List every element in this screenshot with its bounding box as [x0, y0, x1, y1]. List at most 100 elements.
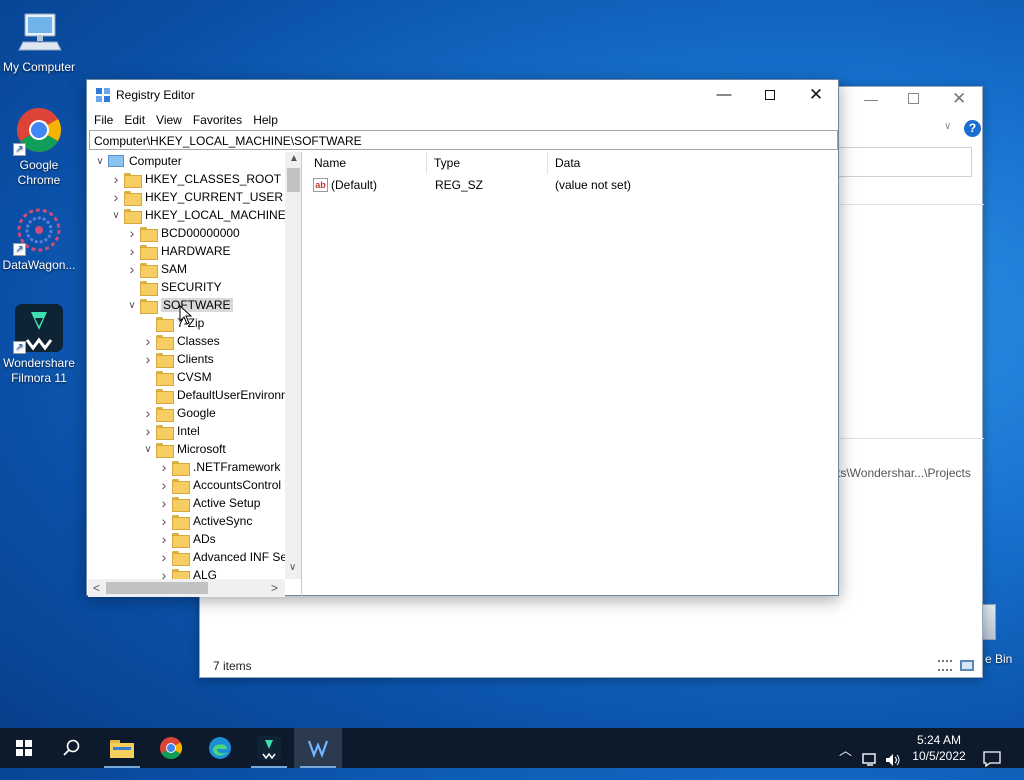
search-button[interactable] [48, 728, 96, 768]
tree-horizontal-scrollbar[interactable]: < > [88, 579, 285, 597]
tree-node[interactable]: 7-Zip [140, 314, 204, 332]
maximize-button[interactable] [908, 93, 919, 104]
registry-tree[interactable]: ∨ Computer › HKEY_CLASSES_ROOT › HKEY_CURRENT… [88, 152, 302, 597]
scroll-down-arrow-icon[interactable]: ∨ [289, 562, 296, 573]
folder-icon [124, 172, 142, 188]
minimize-button[interactable]: — [864, 91, 878, 107]
desktop-icon-my-computer[interactable]: My Computer [0, 8, 78, 75]
expand-chevron-icon[interactable]: › [140, 351, 156, 367]
collapse-chevron-icon[interactable]: ∨ [140, 444, 156, 455]
column-header-data[interactable]: Data [548, 152, 668, 174]
close-button[interactable]: ✕ [793, 80, 839, 109]
values-pane[interactable]: Name Type Data ab (Default) REG_SZ (valu… [307, 152, 838, 597]
expand-chevron-icon[interactable]: › [140, 405, 156, 421]
expand-chevron-icon[interactable]: › [108, 171, 124, 187]
tree-node[interactable]: › ADs [156, 530, 216, 548]
tree-node[interactable]: › Classes [140, 332, 220, 350]
tree-node[interactable]: › HKEY_CURRENT_USER [108, 188, 283, 206]
taskbar-datawagon[interactable] [294, 728, 342, 768]
tree-node[interactable]: › Active Setup [156, 494, 260, 512]
scrollbar-thumb[interactable] [106, 582, 208, 594]
show-hidden-icons-chevron-icon[interactable]: ︿ [839, 740, 852, 780]
address-bar[interactable]: Computer\HKEY_LOCAL_MACHINE\SOFTWARE [89, 130, 838, 150]
registry-editor-icon [95, 87, 111, 103]
expand-chevron-icon[interactable]: › [124, 261, 140, 277]
large-icons-view-icon[interactable] [960, 660, 974, 671]
tree-node-label: Microsoft [177, 442, 226, 456]
menu-edit[interactable]: Edit [119, 110, 151, 130]
folder-icon [156, 316, 174, 332]
minimize-button[interactable]: — [701, 80, 747, 109]
network-icon[interactable] [862, 740, 880, 780]
column-header-type[interactable]: Type [427, 152, 548, 174]
desktop-icon-datawagon[interactable]: ↗ DataWagon... [0, 206, 78, 273]
tree-node[interactable]: › Intel [140, 422, 200, 440]
taskbar-chrome[interactable] [147, 728, 195, 768]
scroll-left-arrow-icon[interactable]: < [93, 581, 100, 595]
tree-node[interactable]: › Advanced INF Set [156, 548, 290, 566]
start-button[interactable] [0, 728, 48, 768]
menu-file[interactable]: File [89, 110, 119, 130]
tree-node[interactable]: › AccountsControl [156, 476, 281, 494]
tree-node[interactable]: › .NETFramework [156, 458, 280, 476]
maximize-button[interactable] [747, 80, 793, 109]
tree-node[interactable]: › Clients [140, 350, 214, 368]
tree-node[interactable]: ∨ Computer [92, 152, 181, 170]
column-header-name[interactable]: Name [307, 152, 427, 174]
expand-chevron-icon[interactable]: › [156, 531, 172, 547]
system-clock[interactable]: 5:24 AM 10/5/2022 [906, 732, 972, 764]
tree-node[interactable]: › HKEY_CLASSES_ROOT [108, 170, 281, 188]
close-button[interactable]: ✕ [952, 89, 966, 109]
expand-chevron-icon[interactable]: › [156, 549, 172, 565]
scroll-up-arrow-icon[interactable]: ▲ [289, 153, 299, 164]
tree-node[interactable]: › ActiveSync [156, 512, 252, 530]
title-bar[interactable]: Registry Editor — ✕ [87, 80, 838, 110]
collapse-chevron-icon[interactable]: ∨ [108, 210, 124, 221]
expand-chevron-icon[interactable]: › [156, 513, 172, 529]
scrollbar-thumb[interactable] [287, 168, 300, 192]
tree-node[interactable]: ∨ Microsoft [140, 440, 226, 458]
taskbar-filmora[interactable] [245, 728, 293, 768]
tree-node[interactable]: DefaultUserEnvironn [140, 386, 288, 404]
notifications-icon[interactable] [983, 739, 1001, 779]
collapse-chevron-icon[interactable]: ∨ [92, 156, 108, 167]
taskbar-edge[interactable] [196, 728, 244, 768]
expand-chevron-icon[interactable]: › [108, 189, 124, 205]
expand-chevron-icon[interactable]: › [124, 243, 140, 259]
menu-view[interactable]: View [151, 110, 188, 130]
expand-chevron-icon[interactable]: › [140, 423, 156, 439]
tree-node[interactable]: › HARDWARE [124, 242, 231, 260]
value-type: REG_SZ [435, 178, 484, 192]
ribbon-expand-chevron-icon[interactable]: ∨ [944, 121, 951, 132]
tree-node[interactable]: › Google [140, 404, 216, 422]
scroll-right-arrow-icon[interactable]: > [271, 581, 278, 595]
help-icon[interactable]: ? [964, 120, 981, 137]
tree-node[interactable]: › SAM [124, 260, 187, 278]
tree-node[interactable]: CVSM [140, 368, 212, 386]
tree-node[interactable]: › BCD00000000 [124, 224, 240, 242]
expand-chevron-icon[interactable]: › [156, 459, 172, 475]
folder-icon [156, 442, 174, 458]
tree-node[interactable]: ∨ HKEY_LOCAL_MACHINE [108, 206, 286, 224]
folder-icon [156, 388, 174, 404]
folder-icon [140, 262, 158, 278]
tree-vertical-scrollbar[interactable]: ▲ ∨ [285, 152, 301, 579]
folder-icon [140, 244, 158, 260]
expand-chevron-icon[interactable]: › [156, 495, 172, 511]
taskbar-file-explorer[interactable] [98, 728, 146, 768]
desktop-icon-filmora[interactable]: ↗ Wondershare Filmora 11 [0, 304, 78, 386]
tree-node[interactable]: SECURITY [124, 278, 222, 296]
menu-help[interactable]: Help [248, 110, 284, 130]
details-view-icon[interactable] [938, 660, 952, 671]
expand-chevron-icon[interactable]: › [140, 333, 156, 349]
expand-chevron-icon[interactable]: › [124, 225, 140, 241]
registry-editor-window[interactable]: Registry Editor — ✕ File Edit View Favor… [86, 79, 839, 597]
expand-chevron-icon[interactable]: › [156, 477, 172, 493]
collapse-chevron-icon[interactable]: ∨ [124, 300, 140, 311]
project-path-text: ts\Wondershar...\Projects [837, 466, 971, 480]
volume-icon[interactable] [885, 740, 901, 780]
menu-favorites[interactable]: Favorites [188, 110, 248, 130]
search-box[interactable] [836, 147, 972, 177]
value-row[interactable]: ab (Default) REG_SZ (value not set) [313, 176, 833, 194]
desktop-icon-chrome[interactable]: ↗ Google Chrome [0, 106, 78, 188]
